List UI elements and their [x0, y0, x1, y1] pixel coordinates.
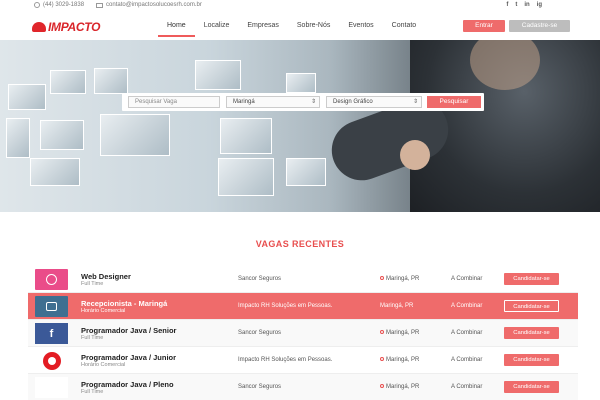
- email-contact[interactable]: contato@impactosolucoesrh.com.br: [96, 2, 202, 8]
- nav-eventos[interactable]: Eventos: [339, 18, 382, 37]
- hero-photo-tile: [286, 73, 316, 93]
- nav-contato[interactable]: Contato: [383, 18, 426, 37]
- search-button[interactable]: Pesquisar: [427, 96, 481, 108]
- facebook-icon: f: [35, 323, 68, 344]
- nav-localize[interactable]: Localize: [195, 18, 239, 37]
- logo-text: IMPACTO: [48, 20, 101, 34]
- job-city: Maringá, PR: [380, 303, 414, 309]
- job-schedule: Horário Comercial: [81, 362, 126, 368]
- apply-button[interactable]: Candidatar-se: [504, 300, 559, 312]
- job-company: Impacto RH Soluções em Pessoas.: [238, 357, 333, 363]
- twitter-link-icon[interactable]: t: [515, 2, 517, 8]
- instagram-link-icon[interactable]: ig: [537, 2, 542, 8]
- location-pin-icon: [380, 276, 384, 280]
- job-title[interactable]: Web Designer: [81, 272, 131, 281]
- job-row[interactable]: Programador Java / Junior Horário Comerc…: [28, 347, 578, 374]
- contact-info: (44) 3029-1838 contato@impactosolucoesrh…: [34, 2, 202, 8]
- linkedin-link-icon[interactable]: in: [524, 2, 529, 8]
- facebook-link-icon[interactable]: f: [506, 2, 508, 8]
- hero-photo-tile: [100, 114, 170, 156]
- job-title[interactable]: Programador Java / Junior: [81, 353, 176, 362]
- signup-button[interactable]: Cadastre-se: [509, 20, 570, 32]
- job-salary: A Combinar: [451, 330, 483, 336]
- hero-photo-tile: [286, 158, 326, 186]
- hero-photo-tile: [30, 158, 80, 186]
- apply-button[interactable]: Candidatar-se: [504, 381, 559, 393]
- city-select[interactable]: Maringá ⇕: [226, 96, 320, 108]
- job-city: Maringá, PR: [380, 276, 419, 282]
- hero-photo-tile: [94, 68, 128, 94]
- nav-sobre-nos[interactable]: Sobre-Nós: [288, 18, 339, 37]
- hero-photo-tile: [220, 118, 272, 154]
- dribbble-icon: [35, 269, 68, 290]
- job-company: Sancor Seguros: [238, 276, 282, 282]
- location-pin-icon: [380, 384, 384, 388]
- select-arrows-icon: ⇕: [412, 99, 418, 105]
- hero-hand: [400, 140, 430, 170]
- logo-mark-icon: [32, 22, 46, 32]
- location-pin-icon: [380, 330, 384, 334]
- job-row[interactable]: Programador Java / Pleno Full Time Sanco…: [28, 374, 578, 400]
- job-company: Sancor Seguros: [238, 384, 282, 390]
- section-title: VAGAS RECENTES: [255, 239, 345, 249]
- job-salary: A Combinar: [451, 303, 483, 309]
- navbar: IMPACTO Home Localize Empresas Sobre-Nós…: [0, 12, 600, 38]
- hero-banner: [0, 40, 600, 212]
- job-row[interactable]: Recepcionista - Maringá Horário Comercia…: [28, 293, 578, 320]
- area-select-value: Design Gráfico: [333, 99, 373, 105]
- job-schedule: Horário Comercial: [81, 308, 126, 314]
- brand-logo[interactable]: IMPACTO: [32, 20, 100, 34]
- job-salary: A Combinar: [451, 276, 483, 282]
- login-button[interactable]: Entrar: [463, 20, 505, 32]
- city-select-value: Maringá: [233, 99, 255, 105]
- mail-icon: [96, 2, 104, 8]
- hero-photo-tile: [218, 158, 274, 196]
- apply-button[interactable]: Candidatar-se: [504, 354, 559, 366]
- job-schedule: Full Time: [81, 281, 104, 287]
- phone-contact: (44) 3029-1838: [34, 2, 84, 8]
- job-city: Maringá, PR: [380, 384, 419, 390]
- hero-photo-tile: [6, 118, 30, 158]
- job-schedule: Full Time: [81, 335, 104, 341]
- social-links: f t in ig: [506, 2, 542, 8]
- job-city: Maringá, PR: [380, 357, 419, 363]
- job-title[interactable]: Programador Java / Pleno: [81, 380, 174, 389]
- job-row[interactable]: Web Designer Full Time Sancor Seguros Ma…: [28, 266, 578, 293]
- job-city: Maringá, PR: [380, 330, 419, 336]
- top-bar: (44) 3029-1838 contato@impactosolucoesrh…: [0, 0, 600, 10]
- job-salary: A Combinar: [451, 357, 483, 363]
- windows-icon: [35, 377, 68, 398]
- job-title[interactable]: Programador Java / Senior: [81, 326, 176, 335]
- nav-empresas[interactable]: Empresas: [238, 18, 288, 37]
- main-nav: Home Localize Empresas Sobre-Nós Eventos…: [158, 18, 425, 37]
- beats-icon: [35, 350, 68, 371]
- job-title[interactable]: Recepcionista - Maringá: [81, 299, 167, 308]
- search-job-input[interactable]: Pesquisar Vaga: [128, 96, 220, 108]
- job-schedule: Full Time: [81, 389, 104, 395]
- job-company: Sancor Seguros: [238, 330, 282, 336]
- hero-photo-tile: [8, 84, 46, 110]
- job-salary: A Combinar: [451, 384, 483, 390]
- area-select[interactable]: Design Gráfico ⇕: [326, 96, 422, 108]
- location-pin-icon: [380, 357, 384, 361]
- select-arrows-icon: ⇕: [310, 99, 316, 105]
- phone-icon: [34, 2, 40, 8]
- instagram-icon: [35, 296, 68, 317]
- hero-photo-tile: [195, 60, 241, 90]
- job-company: Impacto RH Soluções em Pessoas.: [238, 303, 333, 309]
- job-list: Web Designer Full Time Sancor Seguros Ma…: [28, 266, 578, 400]
- job-search-form: Pesquisar Vaga Maringá ⇕ Design Gráfico …: [122, 93, 484, 111]
- hero-photo-tile: [40, 120, 84, 150]
- nav-home[interactable]: Home: [158, 18, 195, 37]
- job-row[interactable]: f Programador Java / Senior Full Time Sa…: [28, 320, 578, 347]
- hero-photo-tile: [50, 70, 86, 94]
- apply-button[interactable]: Candidatar-se: [504, 327, 559, 339]
- apply-button[interactable]: Candidatar-se: [504, 273, 559, 285]
